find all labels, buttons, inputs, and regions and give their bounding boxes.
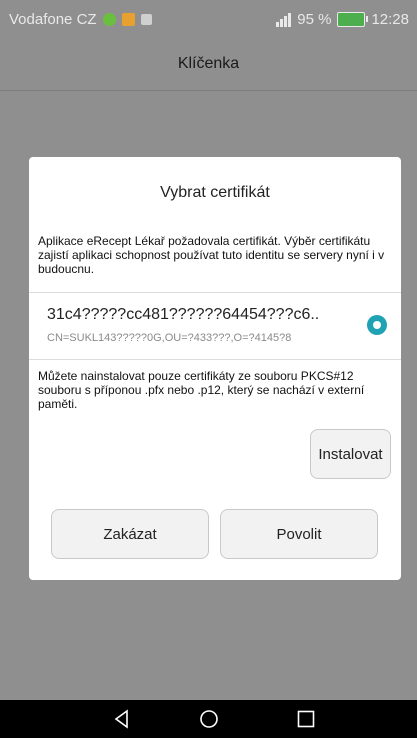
notification-orange-icon <box>121 13 135 26</box>
status-bar: Vodafone CZ 95 % 12:28 <box>0 0 417 40</box>
certificate-subject: CN=SUKL143?????0G,OU=?433???,O=?4145?8 <box>47 332 292 344</box>
carrier-label: Vodafone CZ <box>9 11 97 28</box>
home-icon[interactable] <box>199 709 219 729</box>
radio-selected-icon[interactable] <box>367 315 387 335</box>
install-note: Můžete nainstalovat pouze certifikáty ze… <box>38 369 365 411</box>
notification-image-icon <box>140 14 152 25</box>
dialog-message: Aplikace eRecept Lékař požadovala certif… <box>38 234 385 276</box>
deny-button[interactable]: Zakázat <box>51 509 209 559</box>
certificate-name: 31c4?????cc481??????64454???c6.. <box>47 306 320 323</box>
battery-percent: 95 % <box>297 11 332 28</box>
navigation-bar <box>0 700 417 738</box>
battery-charging-icon <box>337 12 369 27</box>
dialog-title: Vybrat certifikát <box>160 184 270 201</box>
app-bar: Klíčenka <box>0 40 417 91</box>
clock: 12:28 <box>371 11 409 28</box>
install-button[interactable]: Instalovat <box>310 429 391 479</box>
status-left: Vodafone CZ <box>9 11 152 28</box>
signal-icon <box>276 12 292 27</box>
recent-apps-icon[interactable] <box>296 709 316 729</box>
back-icon[interactable] <box>112 709 132 729</box>
certificate-dialog: Vybrat certifikát Aplikace eRecept Lékař… <box>29 157 401 580</box>
notification-app-icon <box>102 13 116 26</box>
status-right: 95 % 12:28 <box>276 11 409 28</box>
divider <box>29 359 401 360</box>
allow-button[interactable]: Povolit <box>220 509 378 559</box>
app-title: Klíčenka <box>177 55 240 72</box>
certificate-option[interactable]: 31c4?????cc481??????64454???c6.. CN=SUKL… <box>29 293 401 359</box>
